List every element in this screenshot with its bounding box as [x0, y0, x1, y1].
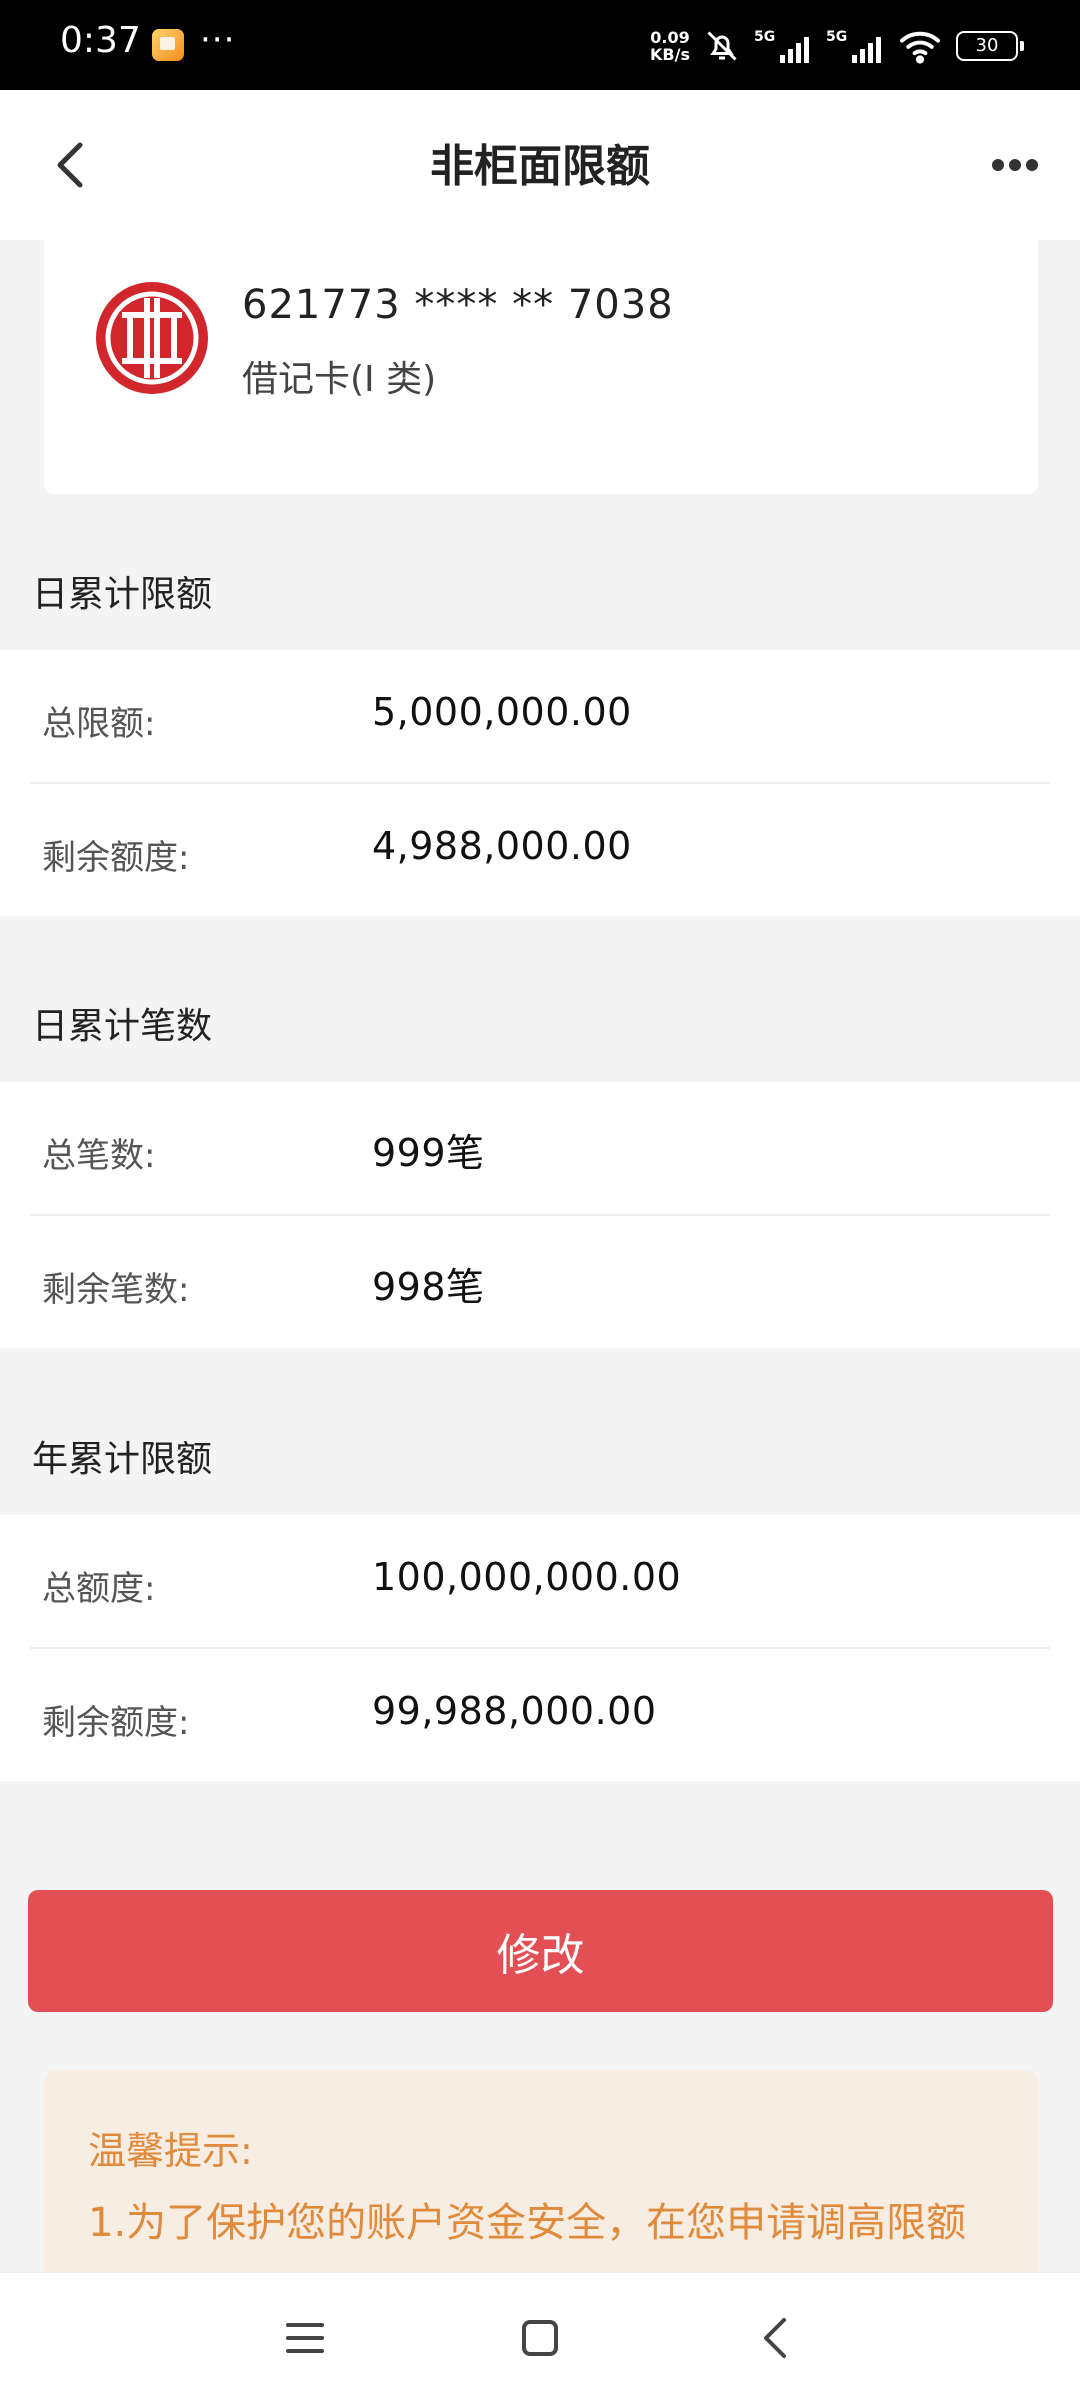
status-time: 0:37	[60, 20, 141, 61]
row-value: 999笔	[372, 1131, 485, 1175]
network-speed: 0.09 KB/s	[650, 29, 690, 63]
more-horizontal-icon	[992, 159, 1038, 171]
network-speed-unit: KB/s	[650, 45, 690, 64]
wifi-icon	[898, 28, 942, 64]
row-label: 总额度:	[42, 1569, 156, 1609]
row-value: 5,000,000.00	[372, 690, 632, 734]
signal-5g-label: 5G	[754, 29, 775, 45]
row-label: 剩余额度:	[42, 1703, 190, 1743]
system-nav-bar	[0, 2272, 1080, 2401]
signal-5g-label-2: 5G	[826, 29, 847, 45]
panel-daily-amount: 总限额: 5,000,000.00 剩余额度: 4,988,000.00	[0, 650, 1080, 916]
network-speed-value: 0.09	[650, 28, 690, 47]
menu-icon	[286, 2323, 324, 2353]
tips-title: 温馨提示:	[88, 2129, 253, 2173]
row-value: 4,988,000.00	[372, 824, 632, 868]
card-number: 621773 **** ** 7038	[242, 282, 674, 328]
row-daily-total: 总限额: 5,000,000.00	[30, 650, 1050, 782]
row-label: 总笔数:	[42, 1136, 156, 1176]
back-icon	[764, 2318, 786, 2358]
row-label: 总限额:	[42, 704, 156, 744]
section-title-daily-count: 日累计笔数	[32, 1006, 213, 1047]
more-button[interactable]	[980, 138, 1050, 192]
row-count-total: 总笔数: 999笔	[30, 1082, 1050, 1214]
row-count-remaining: 剩余笔数: 998笔	[30, 1214, 1050, 1348]
row-value: 100,000,000.00	[372, 1555, 682, 1599]
gallery-notification-icon	[152, 29, 184, 61]
signal-5g-icon: 5G	[754, 27, 812, 65]
row-yearly-total: 总额度: 100,000,000.00	[30, 1515, 1050, 1647]
panel-daily-count: 总笔数: 999笔 剩余笔数: 998笔	[0, 1082, 1080, 1348]
row-label: 剩余额度:	[42, 838, 190, 878]
row-yearly-remaining: 剩余额度: 99,988,000.00	[30, 1647, 1050, 1781]
nav-menu-button[interactable]	[270, 2303, 340, 2373]
card-type: 借记卡(I 类)	[242, 359, 437, 400]
nav-header: 非柜面限额	[0, 90, 1080, 240]
row-daily-remaining: 剩余额度: 4,988,000.00	[30, 782, 1050, 916]
status-right: 0.09 KB/s 5G 5G 30	[650, 22, 1024, 70]
nav-back-button[interactable]	[740, 2303, 810, 2373]
home-square-icon	[522, 2320, 558, 2356]
battery-icon: 30	[956, 31, 1024, 61]
status-more: ···	[200, 20, 236, 60]
signal-5g-icon-2: 5G	[826, 27, 884, 65]
section-title-yearly-amount: 年累计限额	[32, 1439, 213, 1480]
section-title-daily-amount: 日累计限额	[32, 574, 213, 615]
bank-card: 621773 **** ** 7038 借记卡(I 类)	[44, 240, 1038, 494]
row-value: 998笔	[372, 1265, 485, 1309]
row-label: 剩余笔数:	[42, 1270, 190, 1310]
citic-bank-logo	[96, 282, 208, 394]
row-value: 99,988,000.00	[372, 1689, 657, 1733]
modify-button[interactable]: 修改	[28, 1890, 1053, 2012]
status-bar: 0:37 ··· 0.09 KB/s 5G 5G 30	[0, 0, 1080, 90]
battery-level: 30	[956, 31, 1018, 61]
mute-bell-icon	[704, 28, 740, 64]
nav-home-button[interactable]	[505, 2303, 575, 2373]
panel-yearly-amount: 总额度: 100,000,000.00 剩余额度: 99,988,000.00	[0, 1515, 1080, 1781]
page-title: 非柜面限额	[430, 141, 650, 192]
